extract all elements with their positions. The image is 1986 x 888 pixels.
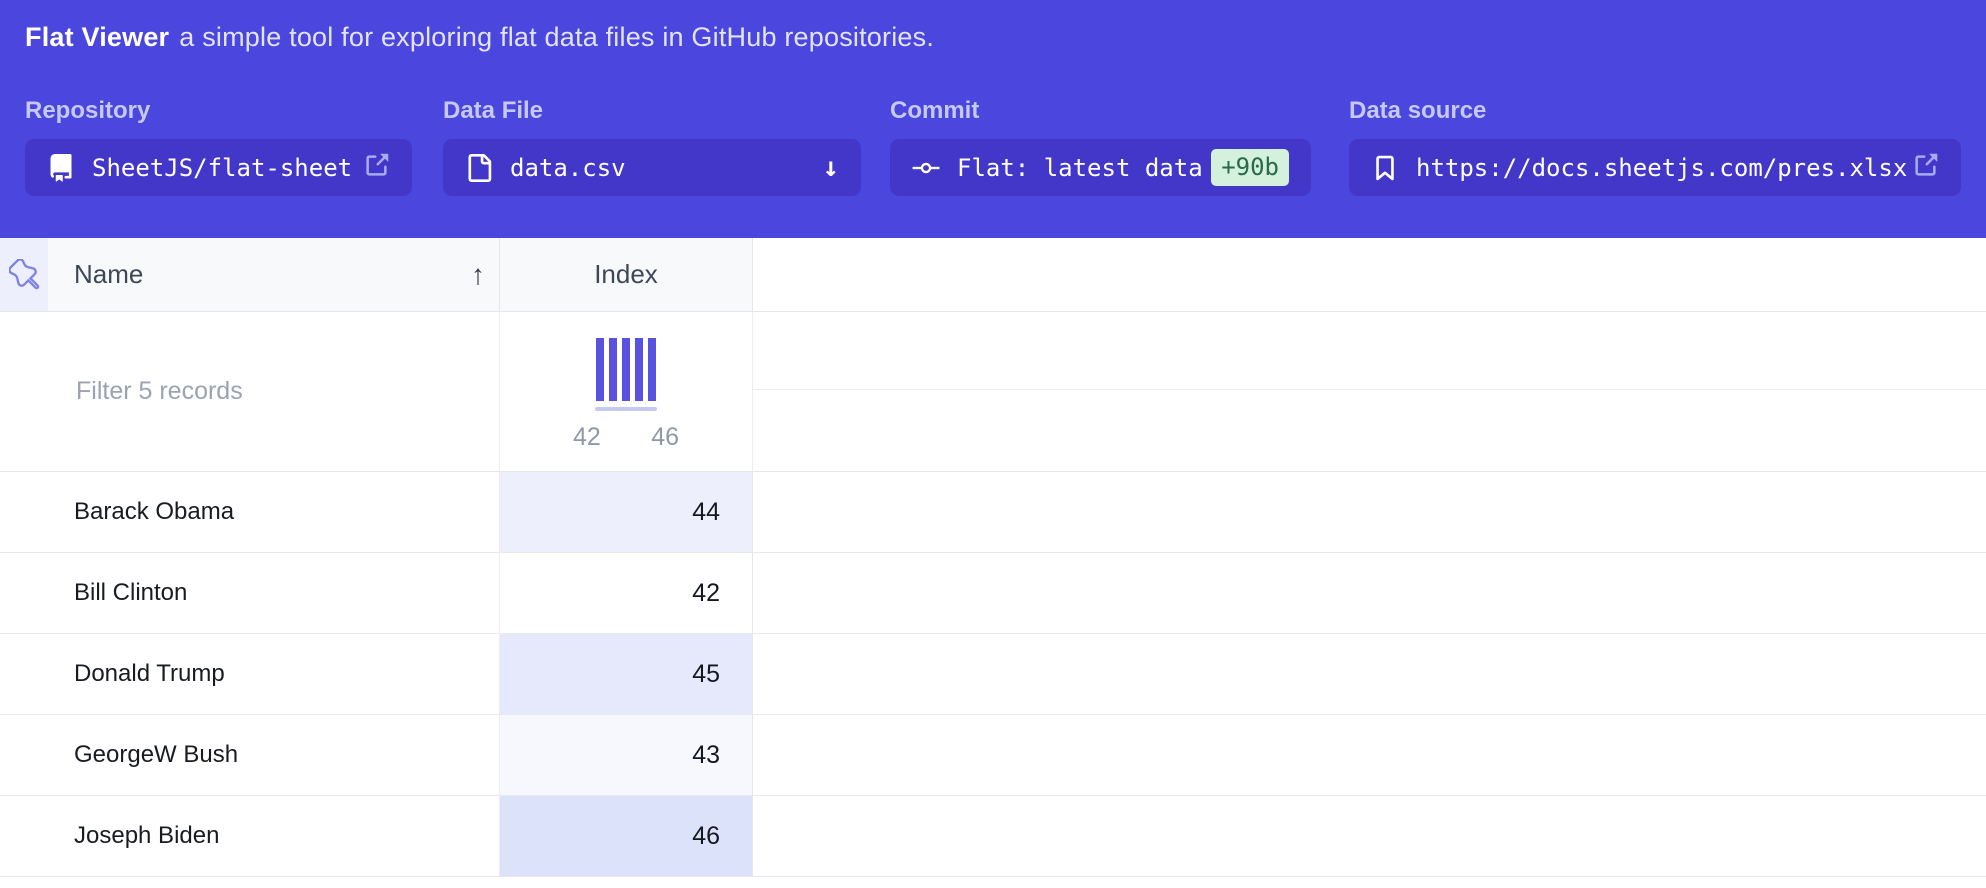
row-empty-area <box>753 796 1986 876</box>
top-banner: Flat Viewer a simple tool for exploring f… <box>0 0 1986 238</box>
bookmark-icon <box>1371 154 1399 182</box>
row-empty-area <box>753 472 1986 552</box>
pin-icon <box>9 259 40 290</box>
name-cell: Barack Obama <box>0 472 500 552</box>
flat-viewer-app: Flat Viewer a simple tool for exploring f… <box>0 0 1986 888</box>
banner-title-row: Flat Viewer a simple tool for exploring f… <box>25 22 1961 53</box>
header-empty-area <box>753 238 1986 311</box>
repository-link[interactable]: SheetJS/flat-sheet <box>25 139 412 196</box>
data-source-trail <box>1912 152 1939 184</box>
data-file-control: Data File data.csv ↓ <box>443 97 861 196</box>
repository-label: Repository <box>25 97 412 125</box>
index-cell: 43 <box>500 715 753 795</box>
sort-ascending-icon: ↑ <box>471 259 485 291</box>
histogram-bars <box>596 338 656 401</box>
external-link-icon <box>1912 152 1939 179</box>
index-cell: 45 <box>500 634 753 714</box>
app-title: Flat Viewer <box>25 22 169 52</box>
external-link-icon <box>363 152 390 179</box>
histogram-bar <box>622 338 630 401</box>
data-source-link[interactable]: https://docs.sheetjs.com/pres.xlsx <box>1349 139 1961 196</box>
table-row: Barack Obama 44 <box>0 472 1986 553</box>
filter-name-cell <box>0 312 500 471</box>
commit-control: Commit Flat: latest data +90b <box>890 97 1311 196</box>
index-cell: 42 <box>500 553 753 633</box>
histogram-max-label: 46 <box>651 423 679 452</box>
table-row: Bill Clinton 42 <box>0 553 1986 634</box>
repo-book-icon <box>47 154 75 182</box>
histogram-axis <box>595 407 657 411</box>
column-header-name[interactable]: Name ↑ <box>48 238 500 311</box>
histogram-bar <box>648 338 656 401</box>
row-empty-area <box>753 634 1986 714</box>
commit-message: Flat: latest data <box>957 154 1203 182</box>
name-cell: Joseph Biden <box>0 796 500 876</box>
histogram-bar <box>635 338 643 401</box>
data-grid: Name ↑ Index <box>0 238 1986 877</box>
repository-control: Repository SheetJS/flat-sheet <box>25 97 412 196</box>
column-header-index[interactable]: Index <box>500 238 753 311</box>
row-empty-area <box>753 715 1986 795</box>
repository-value: SheetJS/flat-sheet <box>92 154 352 182</box>
app-subtitle: a simple tool for exploring flat data fi… <box>179 22 934 52</box>
file-icon <box>465 154 493 182</box>
git-commit-icon <box>912 154 940 182</box>
index-cell: 46 <box>500 796 753 876</box>
repository-trail <box>363 152 390 184</box>
column-header-name-label: Name <box>74 259 143 290</box>
controls-row: Repository SheetJS/flat-sheet Data File <box>25 97 1961 196</box>
commit-label: Commit <box>890 97 1311 125</box>
download-icon: ↓ <box>823 152 839 183</box>
index-cell: 44 <box>500 472 753 552</box>
histogram-labels: 42 46 <box>573 423 679 452</box>
histogram-min-label: 42 <box>573 423 601 452</box>
table-row: Joseph Biden 46 <box>0 796 1986 877</box>
pin-column-header[interactable] <box>0 238 48 311</box>
grid-header-row: Name ↑ Index <box>0 238 1986 312</box>
row-divider <box>753 389 1986 390</box>
filter-row: 42 46 <box>0 312 1986 472</box>
commit-diff-badge: +90b <box>1211 149 1289 185</box>
filter-empty-area <box>753 312 1986 471</box>
histogram-bar <box>609 338 617 401</box>
data-file-label: Data File <box>443 97 861 125</box>
data-source-url: https://docs.sheetjs.com/pres.xlsx <box>1416 154 1907 182</box>
name-cell: Bill Clinton <box>0 553 500 633</box>
data-source-control: Data source https://docs.sheetjs.com/pre… <box>1349 97 1961 196</box>
table-row: GeorgeW Bush 43 <box>0 715 1986 796</box>
name-cell: GeorgeW Bush <box>0 715 500 795</box>
grid-body: Barack Obama 44 Bill Clinton 42 Donald T… <box>0 472 1986 877</box>
commit-select[interactable]: Flat: latest data +90b <box>890 139 1311 196</box>
data-source-label: Data source <box>1349 97 1961 125</box>
row-empty-area <box>753 553 1986 633</box>
histogram-bar <box>596 338 604 401</box>
data-file-value: data.csv <box>510 154 626 182</box>
index-histogram[interactable]: 42 46 <box>573 338 679 452</box>
name-cell: Donald Trump <box>0 634 500 714</box>
filter-input[interactable] <box>74 376 458 407</box>
column-header-index-label: Index <box>594 259 658 290</box>
data-file-select[interactable]: data.csv ↓ <box>443 139 861 196</box>
filter-index-cell: 42 46 <box>500 312 753 471</box>
table-row: Donald Trump 45 <box>0 634 1986 715</box>
